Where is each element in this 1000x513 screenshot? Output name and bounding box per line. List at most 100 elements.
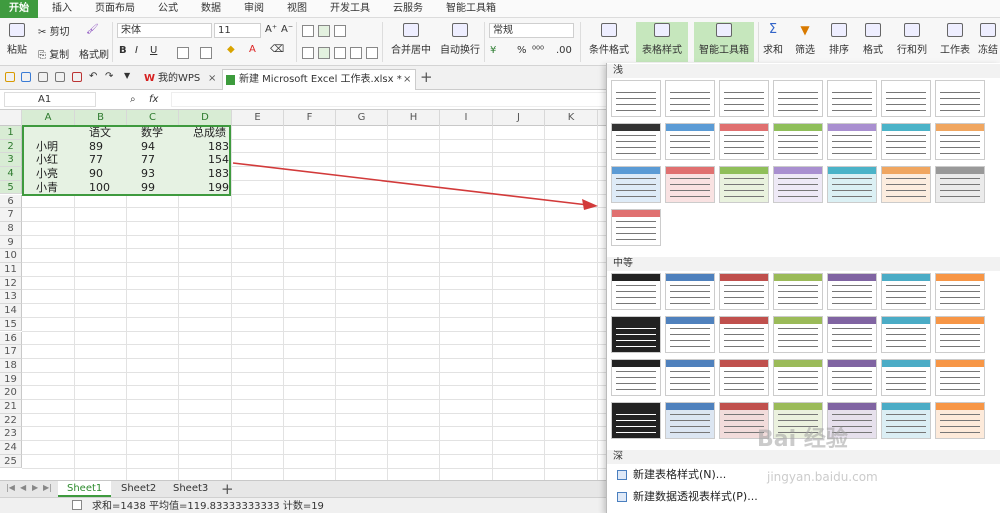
table-style-thumbnail[interactable]	[665, 80, 715, 117]
thumbnail-header-band	[666, 124, 714, 131]
thumbnail-row-line	[940, 178, 980, 179]
table-style-thumbnail[interactable]	[827, 273, 877, 310]
table-style-thumbnail[interactable]	[827, 80, 877, 117]
thumbnail-header-band	[612, 360, 660, 367]
table-style-thumbnail[interactable]	[827, 316, 877, 353]
table-style-thumbnail[interactable]	[665, 316, 715, 353]
table-style-thumbnail[interactable]	[773, 359, 823, 396]
table-style-thumbnail[interactable]	[611, 402, 661, 439]
table-style-thumbnail[interactable]	[881, 80, 931, 117]
table-style-thumbnail[interactable]	[719, 123, 769, 160]
table-style-thumbnail[interactable]	[719, 166, 769, 203]
thumbnail-row-line	[778, 346, 818, 347]
thumbnail-row-line	[670, 178, 710, 179]
table-style-thumbnail[interactable]	[773, 123, 823, 160]
thumbnail-row-line	[832, 92, 872, 93]
table-style-thumbnail[interactable]	[881, 359, 931, 396]
thumbnail-row-line	[940, 426, 980, 427]
table-style-thumbnail[interactable]	[881, 402, 931, 439]
thumbnail-row-line	[886, 328, 926, 329]
table-style-thumbnail[interactable]	[881, 316, 931, 353]
table-style-thumbnail[interactable]	[611, 316, 661, 353]
new-pivot-style-menu-item[interactable]: 新建数据透视表样式(P)...	[607, 486, 1000, 508]
table-style-thumbnail[interactable]	[611, 359, 661, 396]
table-style-thumbnail[interactable]	[881, 166, 931, 203]
thumbnail-row-line	[670, 383, 710, 384]
thumbnail-row-line	[886, 104, 926, 105]
table-style-thumbnail[interactable]	[935, 359, 985, 396]
table-style-thumbnail[interactable]	[881, 273, 931, 310]
table-style-thumbnail[interactable]	[719, 359, 769, 396]
thumbnail-row-line	[778, 104, 818, 105]
thumbnail-header-band	[612, 210, 660, 217]
table-style-thumbnail[interactable]	[665, 402, 715, 439]
table-style-thumbnail[interactable]	[611, 209, 661, 246]
thumbnail-header-band	[666, 274, 714, 281]
table-style-thumbnail[interactable]	[773, 273, 823, 310]
table-style-thumbnail[interactable]	[827, 123, 877, 160]
thumbnail-header-band	[720, 167, 768, 174]
thumbnail-row-line	[940, 190, 980, 191]
table-style-thumbnail[interactable]	[773, 166, 823, 203]
thumbnail-row-line	[778, 340, 818, 341]
table-style-thumbnail[interactable]	[881, 123, 931, 160]
thumbnail-row-line	[616, 178, 656, 179]
thumbnail-row-line	[724, 377, 764, 378]
thumbnail-header-band	[774, 81, 822, 88]
table-style-thumbnail[interactable]	[935, 273, 985, 310]
thumbnail-row-line	[940, 135, 980, 136]
thumbnail-row-line	[778, 377, 818, 378]
table-style-thumbnail[interactable]	[773, 316, 823, 353]
thumbnail-row-line	[616, 291, 656, 292]
table-style-thumbnail[interactable]	[935, 316, 985, 353]
thumbnail-row-line	[616, 297, 656, 298]
table-style-thumbnail[interactable]	[719, 273, 769, 310]
thumbnail-header-band	[774, 274, 822, 281]
thumbnail-row-line	[670, 135, 710, 136]
table-style-thumbnail[interactable]	[719, 316, 769, 353]
thumbnail-row-line	[778, 98, 818, 99]
table-style-thumbnail[interactable]	[719, 80, 769, 117]
thumbnail-header-band	[882, 167, 930, 174]
thumbnail-row-line	[616, 98, 656, 99]
thumbnail-row-line	[616, 346, 656, 347]
thumbnail-row-line	[616, 377, 656, 378]
thumbnail-header-band	[666, 81, 714, 88]
thumbnail-row-line	[778, 291, 818, 292]
thumbnail-row-line	[724, 135, 764, 136]
table-style-thumbnail[interactable]	[665, 359, 715, 396]
thumbnail-row-line	[778, 110, 818, 111]
thumbnail-row-line	[832, 178, 872, 179]
thumbnail-row-line	[778, 178, 818, 179]
table-style-thumbnail[interactable]	[773, 80, 823, 117]
table-style-thumbnail[interactable]	[665, 123, 715, 160]
table-style-thumbnail[interactable]	[827, 166, 877, 203]
thumbnail-row-line	[616, 135, 656, 136]
thumbnail-header-band	[828, 360, 876, 367]
thumbnail-row-line	[832, 110, 872, 111]
table-style-thumbnail[interactable]	[611, 80, 661, 117]
thumbnail-row-line	[886, 334, 926, 335]
thumbnail-row-line	[724, 110, 764, 111]
thumbnail-row-line	[832, 389, 872, 390]
thumbnail-row-line	[724, 104, 764, 105]
table-style-thumbnail[interactable]	[611, 123, 661, 160]
thumbnail-header-band	[720, 317, 768, 324]
table-style-thumbnail[interactable]	[935, 166, 985, 203]
thumbnail-row-line	[940, 340, 980, 341]
wps-spreadsheet-window: 开始 插入 页面布局 公式 数据 审阅 视图 开发工具 云服务 智能工具箱 粘贴…	[0, 0, 1000, 513]
thumbnail-row-line	[886, 147, 926, 148]
table-style-thumbnail[interactable]	[665, 166, 715, 203]
thumbnail-row-line	[778, 285, 818, 286]
table-style-thumbnail[interactable]	[611, 273, 661, 310]
table-style-thumbnail[interactable]	[827, 359, 877, 396]
thumbnail-row-line	[940, 377, 980, 378]
table-style-thumbnail[interactable]	[611, 166, 661, 203]
table-style-thumbnail[interactable]	[935, 80, 985, 117]
table-style-thumbnail[interactable]	[935, 402, 985, 439]
thumbnail-header-band	[882, 317, 930, 324]
thumbnail-row-line	[832, 141, 872, 142]
table-style-thumbnail[interactable]	[935, 123, 985, 160]
thumbnail-row-line	[670, 196, 710, 197]
table-style-thumbnail[interactable]	[665, 273, 715, 310]
